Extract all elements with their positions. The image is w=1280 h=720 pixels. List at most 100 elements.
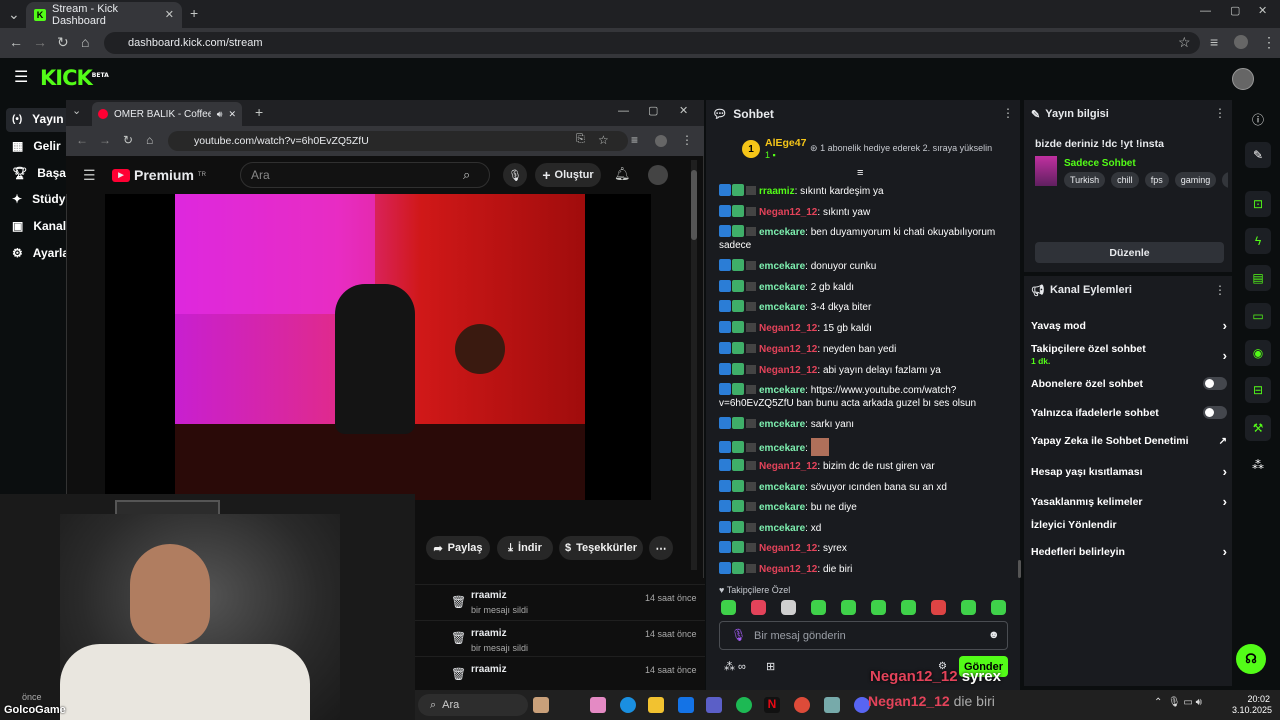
nav-item-revenue[interactable]: ▦ Gelir (12, 139, 61, 153)
emote-icon[interactable] (751, 600, 766, 615)
chat-scrollbar[interactable] (1018, 560, 1021, 578)
tag[interactable]: gaming (1174, 172, 1217, 188)
camera-icon[interactable]: ⊡ (1245, 191, 1271, 217)
chrome-icon[interactable] (794, 697, 810, 713)
kick-logo[interactable]: KICKBETA (40, 66, 109, 90)
menu-kebab-icon[interactable]: ⋮ (681, 134, 693, 146)
minimize-icon[interactable]: — (618, 106, 629, 117)
slow-mode-row[interactable]: Yavaş mod › (1031, 318, 1227, 333)
yt-logo[interactable]: ▶ Premium TR (112, 167, 206, 183)
banned-words-row[interactable]: Yasaklanmış kelimeler › (1031, 494, 1227, 509)
bookmark-star-icon[interactable]: ☆ (1178, 35, 1191, 49)
maximize-icon[interactable]: ▢ (648, 106, 658, 117)
chat-message-input[interactable]: Bir mesaj gönderin (719, 621, 1008, 650)
support-headset-icon[interactable]: ☊ (1236, 644, 1266, 674)
more-actions-button[interactable]: ⋯ (649, 536, 673, 560)
subscribers-only-toggle[interactable] (1203, 377, 1227, 390)
yt-avatar[interactable] (648, 165, 668, 185)
emote-icon[interactable] (991, 600, 1006, 615)
thanks-button[interactable]: $ Teşekkürler (559, 536, 643, 560)
apps-icon[interactable]: ⁂ (1252, 458, 1264, 472)
teams-icon[interactable] (706, 697, 722, 713)
pinned-user[interactable]: AlEge47 (765, 137, 806, 149)
chat-username[interactable]: emcekare (759, 419, 805, 430)
chat-username[interactable]: emcekare (759, 502, 805, 513)
trash-icon[interactable]: 🗑︎ (451, 595, 466, 609)
clipboard-icon[interactable]: ▤ (1245, 265, 1271, 291)
yt-scroll-thumb[interactable] (691, 170, 697, 240)
minimize-icon[interactable]: — (1200, 6, 1211, 17)
taskbar-widget-icon[interactable] (533, 697, 549, 713)
media-icon[interactable]: ≡ (631, 134, 638, 146)
info-icon[interactable]: ⓘ (1252, 111, 1264, 128)
chat-username[interactable]: Negan12_12 (759, 207, 817, 218)
video-player[interactable] (105, 194, 651, 500)
profile-avatar[interactable] (655, 135, 667, 147)
edge-icon[interactable] (620, 697, 636, 713)
mic-icon[interactable]: 🎙︎ (731, 628, 746, 642)
tag[interactable]: fps (1144, 172, 1169, 188)
followers-only-row[interactable]: Takipçilere özel sohbet 1 dk. › (1031, 343, 1227, 367)
reload-icon[interactable]: ↻ (123, 134, 133, 146)
account-age-row[interactable]: Hesap yaşı kısıtlaması › (1031, 464, 1227, 479)
emote-icon[interactable] (721, 600, 736, 615)
yt-tab[interactable]: OMER BALIK - Coffee Blues 🔊︎ ✕ (92, 102, 242, 126)
emote-icon[interactable] (901, 600, 916, 615)
outlook-icon[interactable] (678, 697, 694, 713)
hamburger-menu-icon[interactable]: ☰ (14, 70, 28, 86)
address-bar[interactable]: dashboard.kick.com/stream (104, 32, 1200, 54)
nav-item-studio[interactable]: ✦ Stüdy (12, 192, 65, 206)
chat-menu-icon[interactable]: ⋮ (1002, 107, 1014, 119)
close-window-icon[interactable]: ✕ (1258, 6, 1267, 17)
reload-icon[interactable]: ↻ (57, 35, 69, 49)
emoji-icon[interactable]: ☻ (988, 629, 1000, 641)
outer-tab-kick[interactable]: K Stream - Kick Dashboard ✕ (26, 2, 182, 28)
host-viewers-row[interactable]: İzleyici Yönlendir (1031, 519, 1227, 531)
tag[interactable]: fu (1222, 172, 1228, 188)
home-icon[interactable]: ⌂ (81, 35, 89, 49)
copilot-icon[interactable] (590, 697, 606, 713)
broadcast-icon[interactable]: ◉ (1245, 340, 1271, 366)
emote-icon[interactable] (811, 600, 826, 615)
home-icon[interactable]: ⌂ (146, 134, 153, 146)
emote-icon[interactable] (841, 600, 856, 615)
chat-username[interactable]: Negan12_12 (759, 564, 817, 575)
chat-username[interactable]: Negan12_12 (759, 461, 817, 472)
new-tab-icon[interactable]: + (190, 6, 198, 20)
chat-username[interactable]: emcekare (759, 282, 805, 293)
yt-menu-icon[interactable]: ☰ (83, 168, 96, 182)
emote-icon[interactable] (931, 600, 946, 615)
info-menu-icon[interactable]: ⋮ (1214, 107, 1226, 119)
share-button[interactable]: ➦ Paylaş (426, 536, 490, 560)
layout-icon[interactable]: ⊟ (1245, 377, 1271, 403)
chat-username[interactable]: emcekare (759, 227, 805, 238)
chat-username[interactable]: emcekare (759, 443, 805, 454)
forward-icon[interactable]: → (33, 35, 47, 49)
ai-moderation-row[interactable]: Yapay Zeka ile Sohbet Denetimi ↗ (1031, 435, 1227, 447)
chat-username[interactable]: Negan12_12 (759, 323, 817, 334)
chat-username[interactable]: emcekare (759, 302, 805, 313)
audio-icon[interactable]: 🔊︎ (217, 109, 223, 120)
wrench-icon[interactable]: ⚒ (1245, 415, 1271, 441)
tab-list-icon[interactable]: ⌄ (8, 7, 20, 21)
tray-icons[interactable]: ⌃ 🎙︎ ▭ 🔊︎ (1154, 697, 1202, 708)
chat-username[interactable]: emcekare (759, 523, 805, 534)
install-icon[interactable]: ⎘ (576, 134, 585, 145)
yt-address-bar[interactable]: youtube.com/watch?v=6h0EvZQ5ZfU (168, 131, 628, 151)
back-icon[interactable]: ← (76, 134, 88, 146)
chat-username[interactable]: emcekare (759, 261, 805, 272)
yt-create-button[interactable]: + Oluştur (535, 163, 601, 187)
expand-pinned-icon[interactable]: ≡ (857, 168, 863, 179)
emote-only-toggle[interactable] (1203, 406, 1227, 419)
nav-item-channel[interactable]: ▣ Kanal (12, 219, 66, 233)
menu-kebab-icon[interactable]: ⋮ (1262, 35, 1276, 49)
explorer-icon[interactable] (648, 697, 664, 713)
forward-icon[interactable]: → (99, 134, 111, 146)
chat-username[interactable]: Negan12_12 (759, 543, 817, 554)
search-icon[interactable]: ⌕ (463, 168, 470, 181)
nav-item-stream[interactable]: (•) Yayın (12, 112, 64, 126)
back-icon[interactable]: ← (9, 35, 23, 49)
emote-icon[interactable] (961, 600, 976, 615)
emote-icon[interactable] (781, 600, 796, 615)
yt-tab-list-icon[interactable]: ⌄ (72, 106, 81, 117)
